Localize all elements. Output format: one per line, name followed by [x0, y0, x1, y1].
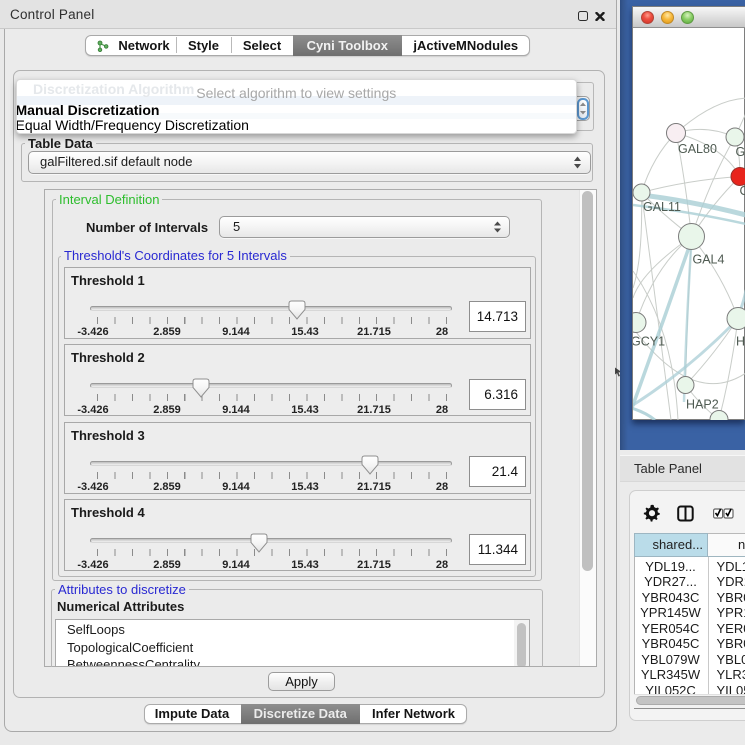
svg-text:GAL3: GAL3 — [735, 145, 745, 159]
svg-text:CDC: CDC — [739, 184, 745, 198]
svg-text:HIS4: HIS4 — [736, 334, 745, 348]
svg-text:GAL4: GAL4 — [692, 252, 724, 266]
svg-text:GAL80: GAL80 — [678, 142, 717, 156]
svg-text:HAP2: HAP2 — [686, 397, 719, 411]
svg-text:GAL11: GAL11 — [643, 200, 681, 214]
svg-text:GCY1: GCY1 — [633, 334, 665, 348]
